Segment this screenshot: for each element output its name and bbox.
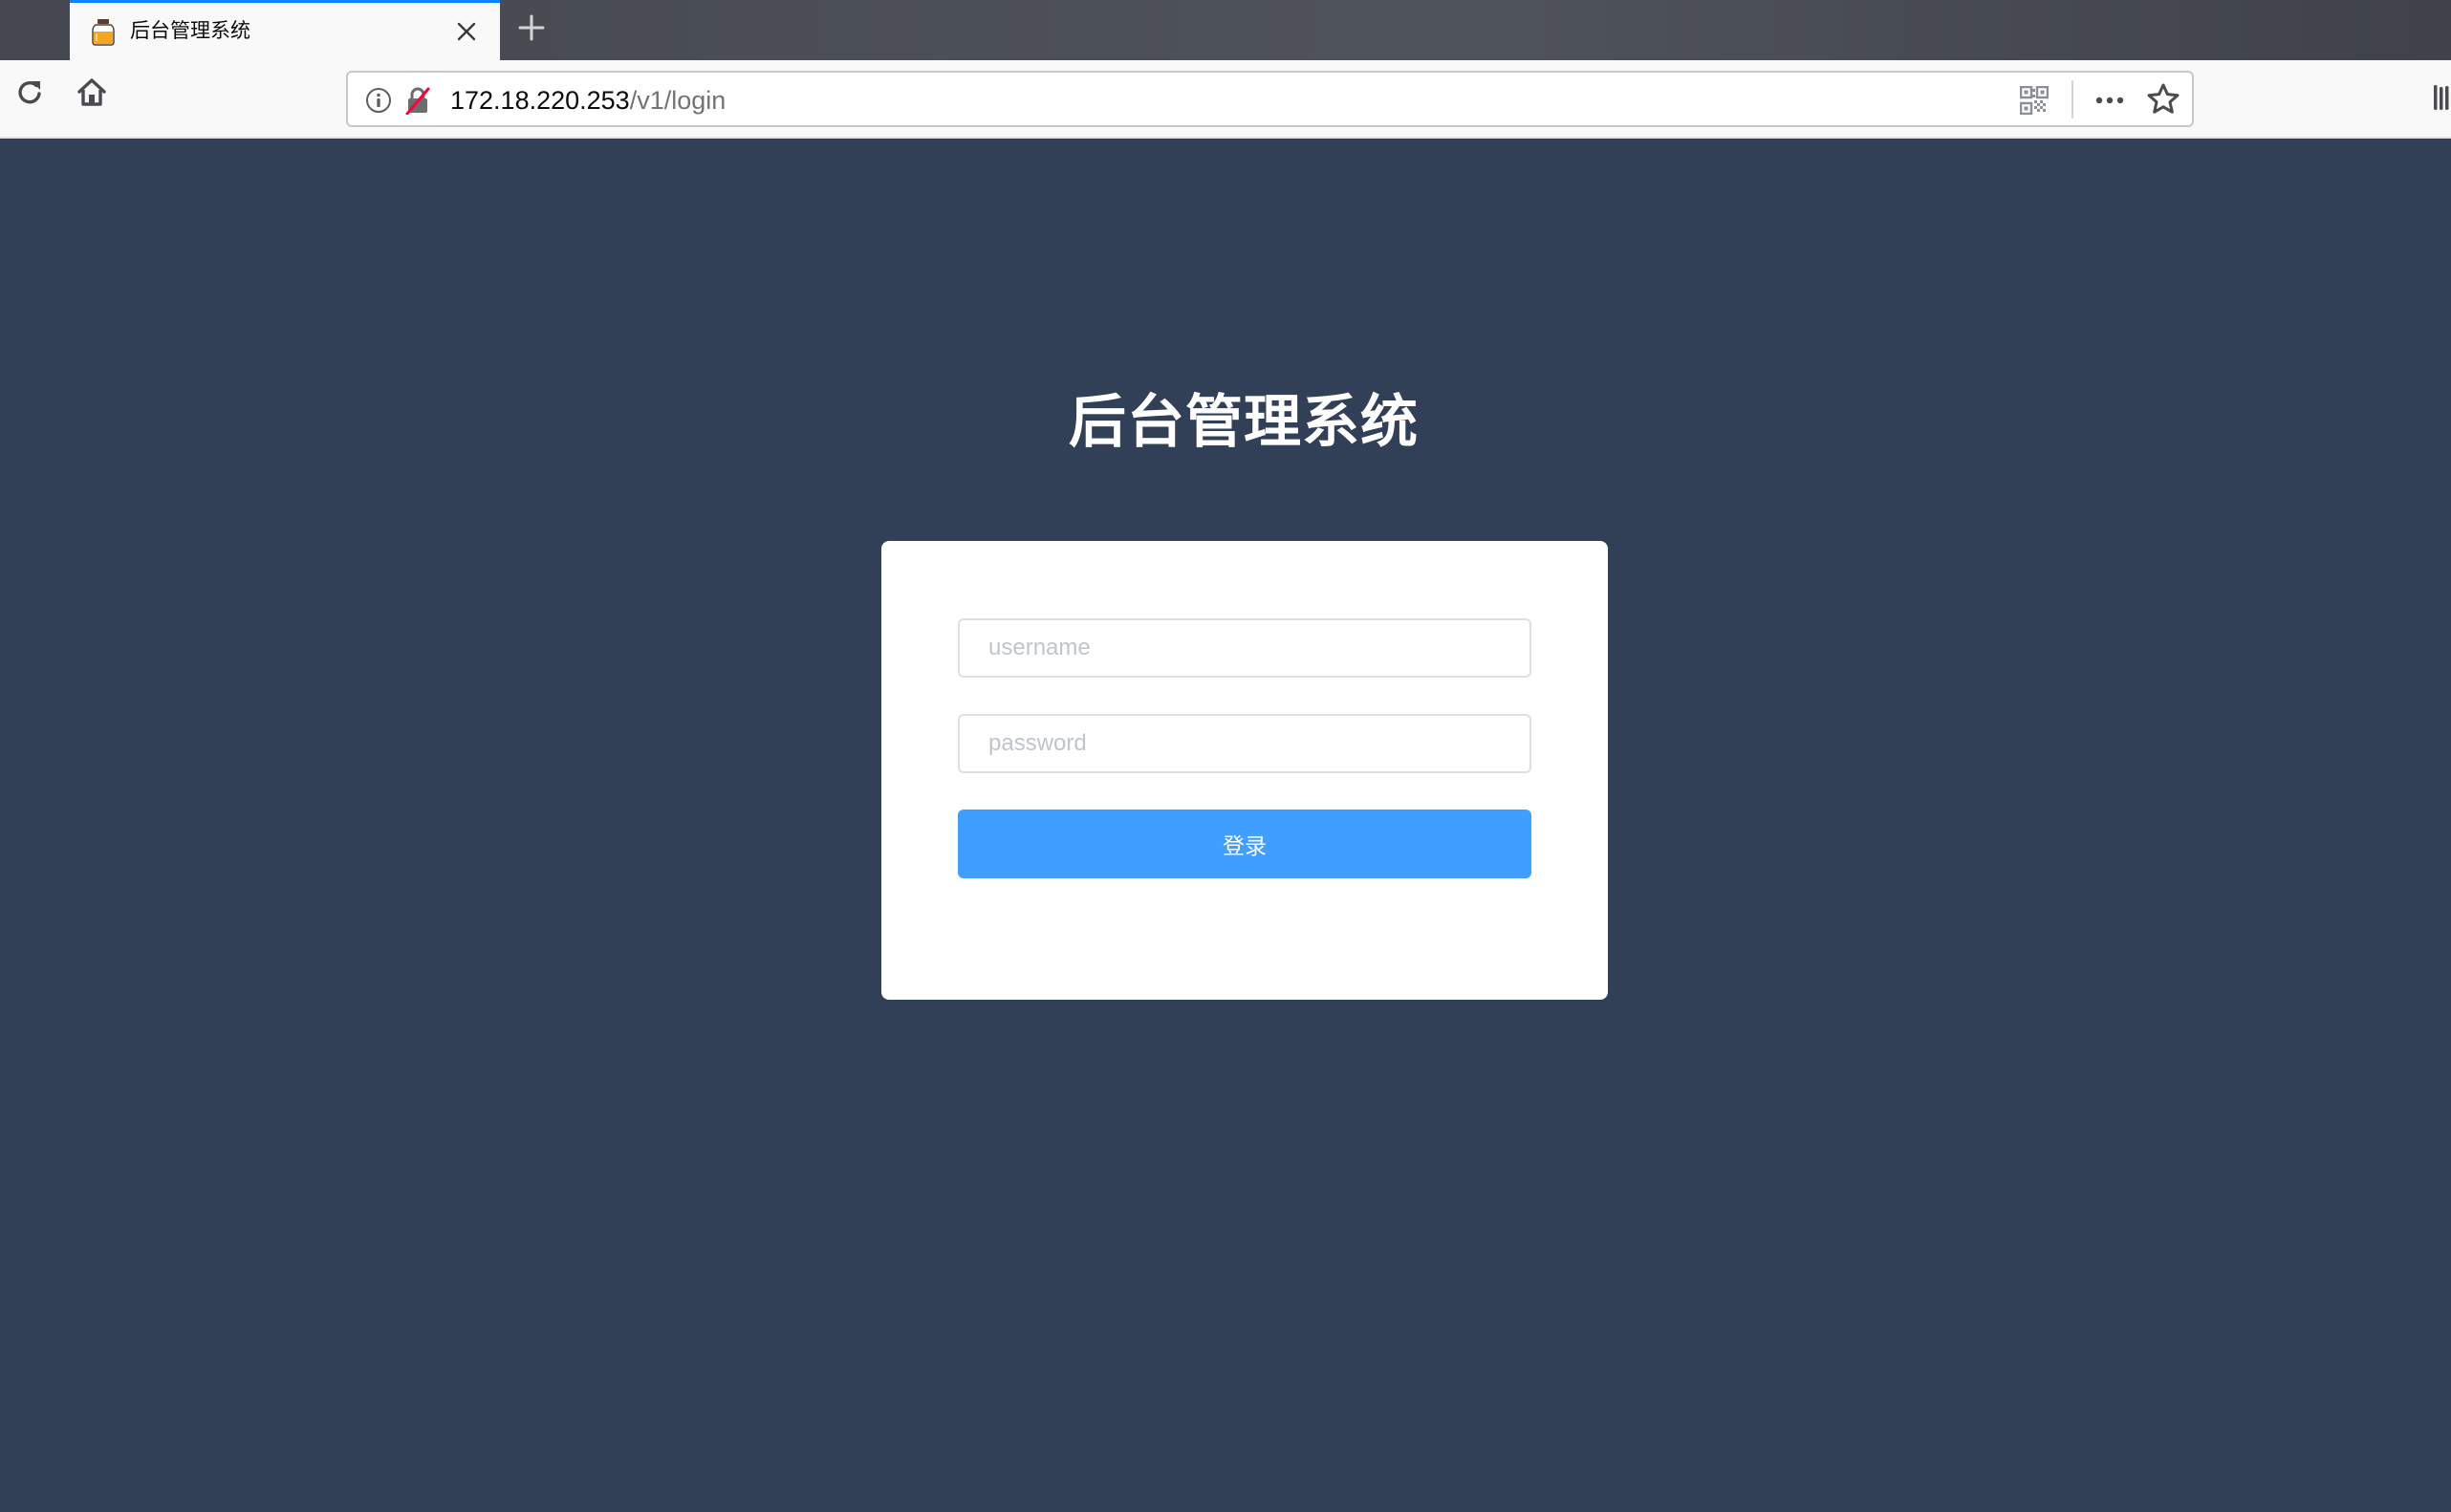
reload-button[interactable] bbox=[10, 74, 52, 116]
browser-tab-active[interactable]: 后台管理系统 bbox=[70, 0, 500, 60]
url-text[interactable]: 172.18.220.253/v1/login bbox=[450, 85, 726, 116]
info-icon[interactable] bbox=[365, 87, 392, 114]
address-bar[interactable]: 172.18.220.253/v1/login bbox=[346, 71, 2194, 127]
plus-icon bbox=[518, 14, 545, 46]
login-button[interactable]: 登录 bbox=[958, 810, 1531, 878]
password-input[interactable] bbox=[958, 714, 1531, 773]
nav-toolbar: 172.18.220.253/v1/login bbox=[0, 60, 2451, 139]
url-path: /v1/login bbox=[629, 86, 727, 115]
username-input[interactable] bbox=[958, 618, 1531, 678]
library-icon[interactable] bbox=[2434, 83, 2451, 112]
login-card: 登录 bbox=[881, 541, 1608, 1000]
home-button[interactable] bbox=[71, 74, 113, 116]
home-icon bbox=[76, 76, 108, 114]
reload-icon bbox=[15, 77, 46, 113]
tab-strip: 后台管理系统 bbox=[0, 0, 2451, 60]
qr-code-icon[interactable] bbox=[2019, 85, 2050, 116]
url-host: 172.18.220.253 bbox=[450, 86, 630, 115]
urlbar-separator bbox=[2071, 80, 2073, 119]
insecure-lock-icon[interactable] bbox=[403, 86, 432, 116]
login-page: 后台管理系统 登录 bbox=[0, 139, 2451, 1512]
new-tab-button[interactable] bbox=[511, 11, 552, 48]
more-actions-icon[interactable] bbox=[2093, 86, 2127, 115]
page-title: 后台管理系统 bbox=[1069, 390, 1419, 454]
bookmark-star-icon[interactable] bbox=[2146, 82, 2180, 117]
tab-title: 后台管理系统 bbox=[130, 20, 250, 42]
jar-icon bbox=[91, 19, 116, 46]
close-icon[interactable] bbox=[452, 17, 481, 46]
